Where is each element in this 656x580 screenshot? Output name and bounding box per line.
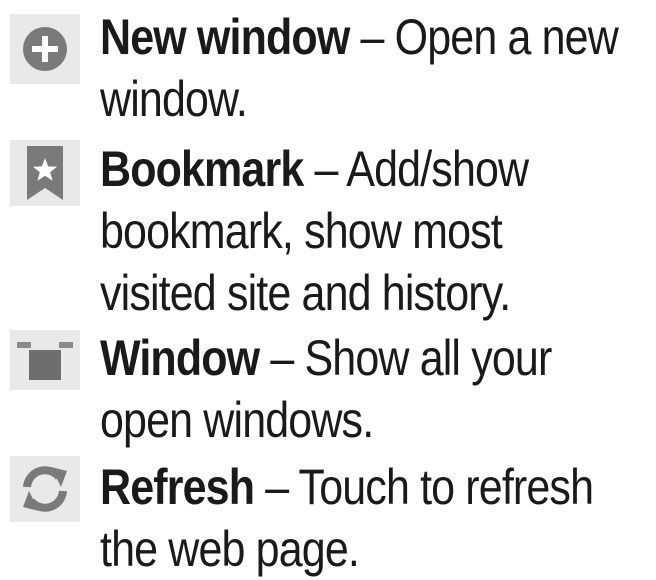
- bookmark-line-2: bookmark, show most: [100, 203, 503, 259]
- window-line-2: open windows.: [100, 392, 374, 448]
- bookmark-description: Bookmark – Add/show bookmark, show most …: [100, 138, 650, 324]
- new-window-line-1: New window – Open a new: [100, 9, 619, 65]
- new-window-line1-rest: Open a new: [394, 9, 619, 65]
- new-window-icon-box: [10, 14, 80, 84]
- refresh-line1-rest: Touch to refresh: [298, 459, 594, 515]
- bookmark-star-icon: [27, 146, 63, 200]
- new-window-line-2: window.: [100, 71, 248, 127]
- refresh-icon-box: [10, 456, 80, 522]
- bookmark-line1-rest: Add/show: [346, 141, 529, 197]
- window-line-1: Window – Show all your: [100, 330, 552, 386]
- refresh-description: Refresh – Touch to refresh the web page.: [100, 456, 650, 580]
- bookmark-line-3: visited site and history.: [100, 265, 511, 321]
- new-window-description: New window – Open a new window.: [100, 6, 650, 130]
- windows-icon: [17, 342, 73, 380]
- bookmark-icon-box: [10, 140, 80, 206]
- bookmark-term: Bookmark: [100, 141, 304, 197]
- refresh-icon: [23, 466, 67, 512]
- window-term: Window: [100, 330, 260, 386]
- window-description: Window – Show all your open windows.: [100, 327, 650, 451]
- window-line1-rest: Show all your: [304, 330, 552, 386]
- window-icon-box: [10, 330, 80, 390]
- new-window-term: New window: [100, 9, 350, 65]
- refresh-term: Refresh: [100, 459, 255, 515]
- refresh-line-1: Refresh – Touch to refresh: [100, 459, 594, 515]
- bookmark-line-1: Bookmark – Add/show: [100, 141, 529, 197]
- plus-circle-icon: [23, 27, 67, 71]
